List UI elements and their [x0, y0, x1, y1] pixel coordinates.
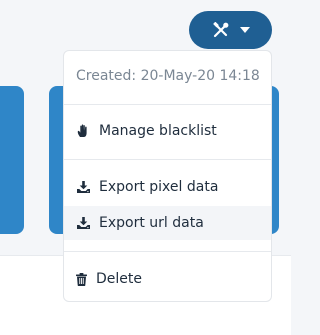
manage-blacklist-label: Manage blacklist: [99, 123, 217, 139]
download-icon: [76, 216, 90, 230]
menu-divider: [64, 251, 271, 252]
stat-card-left: [0, 86, 24, 234]
delete-label: Delete: [96, 271, 142, 287]
hand-icon: [76, 124, 90, 138]
export-url-data-label: Export url data: [99, 215, 204, 231]
export-url-data-item[interactable]: Export url data: [64, 206, 271, 240]
delete-item[interactable]: Delete: [64, 262, 271, 296]
export-pixel-data-label: Export pixel data: [99, 179, 219, 195]
tools-dropdown-button[interactable]: [189, 11, 272, 49]
manage-blacklist-item[interactable]: Manage blacklist: [64, 114, 271, 148]
menu-divider: [64, 104, 271, 105]
tools-icon: [212, 22, 230, 38]
actions-dropdown-menu: Created: 20-May-20 14:18 Manage blacklis…: [63, 50, 272, 302]
created-timestamp: Created: 20-May-20 14:18: [76, 68, 260, 84]
download-icon: [76, 180, 90, 194]
trash-icon: [76, 272, 87, 286]
menu-divider: [64, 159, 271, 160]
export-pixel-data-item[interactable]: Export pixel data: [64, 170, 271, 204]
caret-down-icon: [239, 27, 250, 33]
